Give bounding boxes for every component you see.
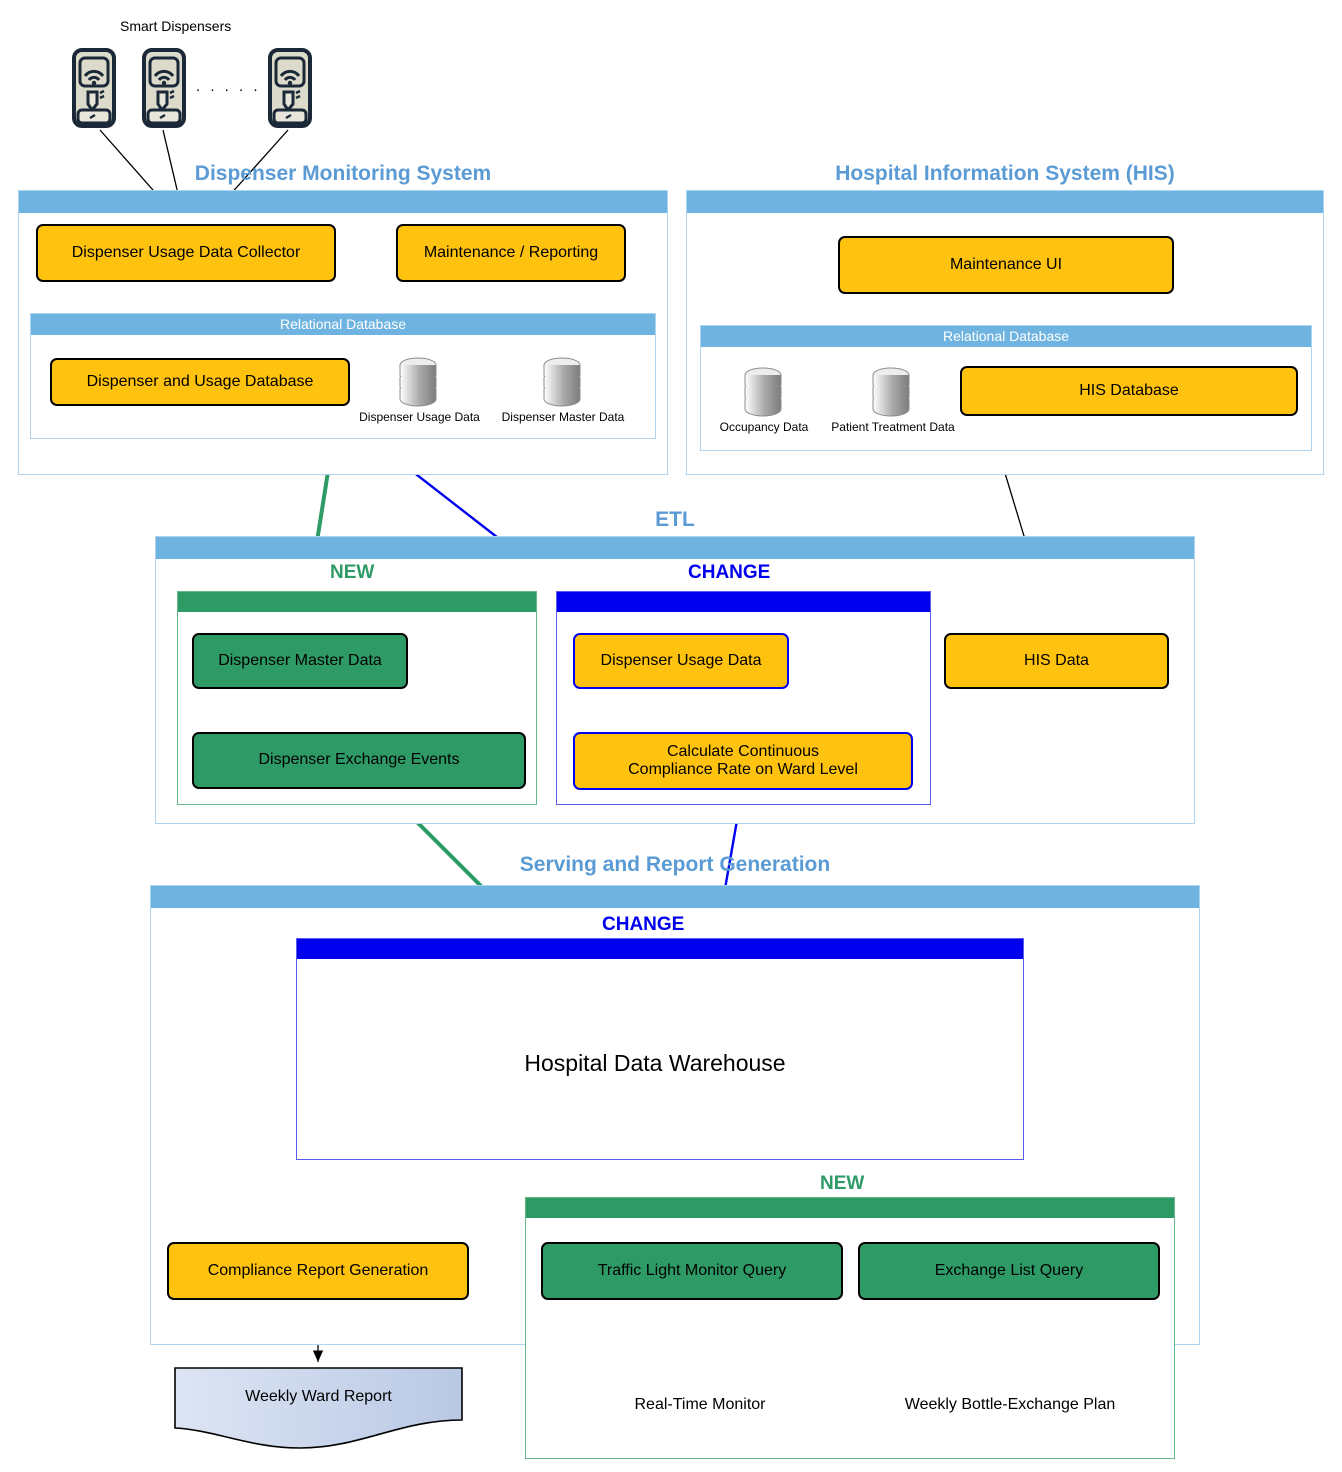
database-cylinder-icon (397, 356, 439, 413)
patient-treatment-data-label: Patient Treatment Data (831, 420, 955, 434)
etl-calculate-compliance-rate-node[interactable]: Calculate Continuous Compliance Rate on … (573, 732, 913, 790)
node-label: Exchange List Query (934, 1261, 1084, 1279)
node-label: HIS Database (1079, 381, 1179, 399)
node-label: Dispenser Usage Data Collector (71, 243, 301, 261)
etl-title: ETL (655, 508, 695, 531)
serving-title: Serving and Report Generation (519, 853, 831, 876)
database-cylinder-icon (742, 366, 784, 423)
serving-new-tag: NEW (820, 1173, 865, 1194)
smart-dispenser-icon (142, 48, 186, 133)
etl-dispenser-usage-data-node[interactable]: Dispenser Usage Data (573, 633, 789, 689)
weekly-ward-report-shape (174, 1367, 463, 1449)
maintenance-reporting-node[interactable]: Maintenance / Reporting (396, 224, 626, 282)
node-label: Maintenance / Reporting (423, 243, 599, 261)
etl-dispenser-exchange-events-node[interactable]: Dispenser Exchange Events (192, 732, 526, 789)
weekly-bottle-exchange-plan-label: Weekly Bottle-Exchange Plan (904, 1396, 1116, 1413)
dispenser-usage-data-collector-node[interactable]: Dispenser Usage Data Collector (36, 224, 336, 282)
weekly-ward-report-label: Weekly Ward Report (245, 1388, 392, 1405)
dispenser-master-data-label: Dispenser Master Data (501, 410, 625, 424)
panel-header-bar (687, 191, 1323, 213)
node-label-line1: Calculate Continuous (666, 742, 820, 760)
exchange-list-query-node[interactable]: Exchange List Query (858, 1242, 1160, 1300)
serving-new-group (525, 1197, 1175, 1459)
node-label: Compliance Report Generation (207, 1261, 429, 1279)
node-label: Traffic Light Monitor Query (597, 1261, 787, 1279)
node-label-line2: Compliance Rate on Ward Level (628, 761, 858, 778)
traffic-light-monitor-query-node[interactable]: Traffic Light Monitor Query (541, 1242, 843, 1300)
group-header-bar (178, 592, 536, 612)
compliance-report-generation-node[interactable]: Compliance Report Generation (167, 1242, 469, 1300)
architecture-diagram: Smart Dispensers . . . . . . . Dispenser… (0, 0, 1342, 1472)
group-header-bar (526, 1198, 1174, 1218)
smart-dispensers-label: Smart Dispensers (120, 18, 232, 34)
panel-header-bar (151, 886, 1199, 908)
occupancy-data-label: Occupancy Data (719, 420, 809, 434)
relational-database-title: Relational Database (701, 326, 1311, 347)
panel-header-bar (19, 191, 667, 213)
etl-his-data-node[interactable]: HIS Data (944, 633, 1169, 689)
database-cylinder-icon (541, 356, 583, 413)
node-label: Maintenance UI (949, 255, 1063, 273)
warehouse-group (296, 938, 1024, 1160)
relational-database-title: Relational Database (31, 314, 655, 335)
etl-change-tag: CHANGE (688, 562, 771, 583)
group-header-bar (557, 592, 930, 612)
hospital-information-system-title: Hospital Information System (HIS) (835, 162, 1175, 185)
etl-dispenser-master-data-node[interactable]: Dispenser Master Data (192, 633, 408, 689)
etl-new-tag: NEW (330, 562, 375, 583)
group-header-bar (297, 939, 1023, 959)
node-label: HIS Data (1024, 651, 1089, 669)
serving-change-tag: CHANGE (602, 914, 685, 935)
node-label: Dispenser Usage Data (600, 651, 762, 669)
maintenance-ui-node[interactable]: Maintenance UI (838, 236, 1174, 294)
dispenser-usage-data-label: Dispenser Usage Data (359, 410, 480, 424)
dispenser-and-usage-database-node[interactable]: Dispenser and Usage Database (50, 358, 350, 406)
node-label: Dispenser Exchange Events (258, 751, 460, 769)
smart-dispenser-icon (72, 48, 116, 133)
panel-header-bar (156, 537, 1194, 559)
node-label: Dispenser and Usage Database (86, 372, 314, 390)
dispenser-monitoring-system-title: Dispenser Monitoring System (194, 162, 492, 185)
smart-dispenser-icon (268, 48, 312, 133)
database-cylinder-icon (870, 366, 912, 423)
hospital-data-warehouse-label: Hospital Data Warehouse (524, 1050, 786, 1076)
node-label: Dispenser Master Data (218, 651, 382, 669)
real-time-monitor-label: Real-Time Monitor (634, 1396, 766, 1413)
his-database-node[interactable]: HIS Database (960, 366, 1298, 416)
